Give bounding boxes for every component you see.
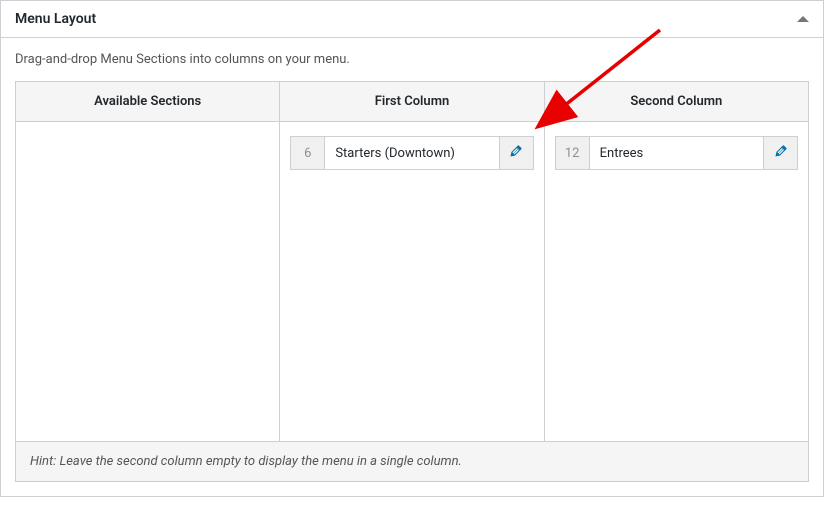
panel-header: Menu Layout [1, 1, 823, 38]
panel-title: Menu Layout [15, 11, 96, 27]
section-count-badge: 6 [291, 137, 325, 169]
available-sections-dropzone[interactable] [16, 122, 280, 442]
pencil-icon [773, 143, 789, 163]
section-count-badge: 12 [556, 137, 590, 169]
column-header-second: Second Column [544, 82, 808, 122]
edit-section-button[interactable] [763, 137, 797, 169]
column-header-available: Available Sections [16, 82, 280, 122]
section-item[interactable]: 12 Entrees [555, 136, 798, 170]
column-header-first: First Column [280, 82, 544, 122]
second-column-dropzone[interactable]: 12 Entrees [544, 122, 808, 442]
layout-table: Available Sections First Column Second C… [15, 81, 809, 482]
instructions-text: Drag-and-drop Menu Sections into columns… [15, 52, 809, 67]
pencil-icon [508, 143, 524, 163]
hint-text: Hint: Leave the second column empty to d… [16, 442, 809, 482]
edit-section-button[interactable] [499, 137, 533, 169]
collapse-toggle-icon[interactable] [797, 16, 809, 22]
section-item[interactable]: 6 Starters (Downtown) [290, 136, 533, 170]
panel-body: Drag-and-drop Menu Sections into columns… [1, 38, 823, 496]
section-label: Entrees [590, 137, 763, 169]
menu-layout-panel: Menu Layout Drag-and-drop Menu Sections … [0, 0, 824, 497]
section-label: Starters (Downtown) [325, 137, 498, 169]
first-column-dropzone[interactable]: 6 Starters (Downtown) [280, 122, 544, 442]
